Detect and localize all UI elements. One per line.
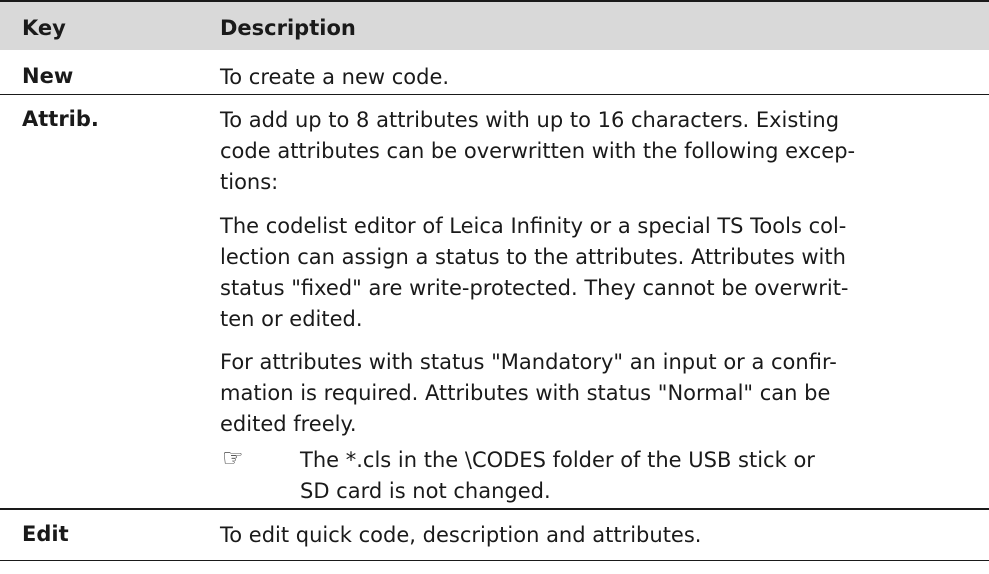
- attrib-paragraph-1: To add up to 8 attributes with up to 16 …: [220, 108, 856, 194]
- row-divider: [0, 508, 989, 510]
- attrib-paragraph-2: The codelist editor of Leica Infinity or…: [220, 214, 849, 331]
- row-divider: [0, 94, 989, 95]
- row-description-new: To create a new code.: [220, 65, 450, 89]
- table-header: Key Description: [0, 0, 989, 50]
- header-key: Key: [22, 16, 66, 40]
- row-key-new: New: [22, 64, 74, 88]
- hand-pointing-icon: ☞: [222, 444, 244, 472]
- row-divider: [0, 560, 989, 561]
- attrib-paragraph-3: For attributes with status "Mandatory" a…: [220, 350, 837, 436]
- row-description-edit: To edit quick code, description and attr…: [220, 523, 702, 547]
- row-key-edit: Edit: [22, 522, 69, 546]
- row-key-attrib: Attrib.: [22, 107, 99, 131]
- header-description: Description: [220, 16, 356, 40]
- attrib-note: The *.cls in the \CODES folder of the US…: [300, 448, 815, 503]
